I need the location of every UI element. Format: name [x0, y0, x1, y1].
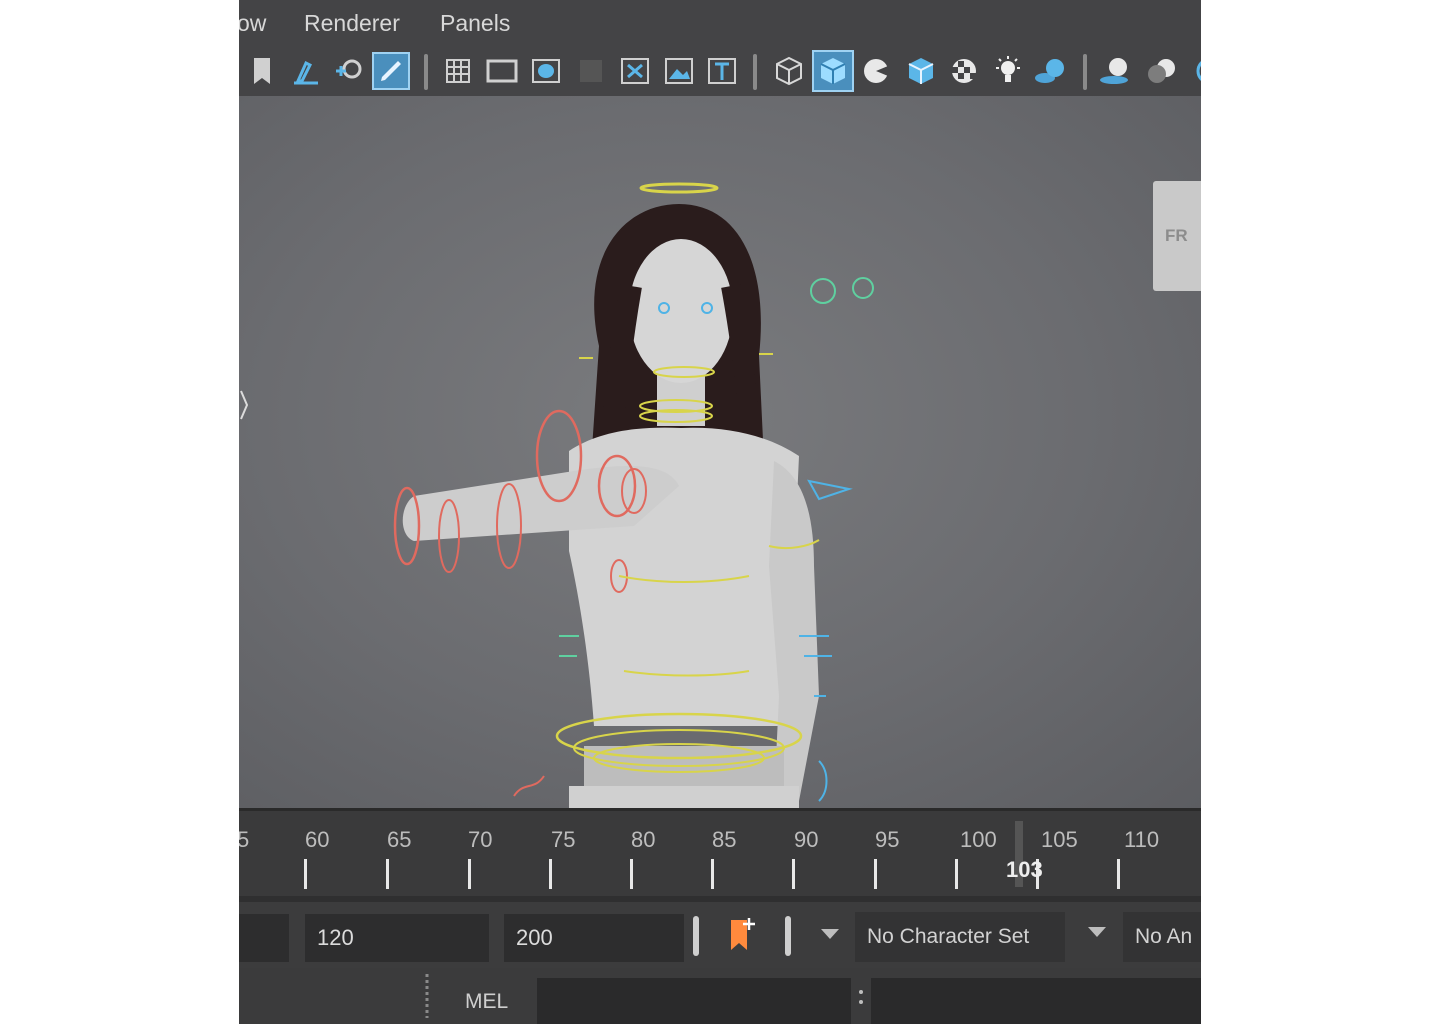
timeline-tick [304, 859, 307, 889]
menu-bar: ow Renderer Panels [239, 0, 1201, 46]
3d-viewport[interactable]: FR [239, 96, 1201, 808]
bookmark-icon[interactable] [243, 52, 281, 90]
range-handle-icon[interactable] [782, 916, 794, 956]
tick-label: 105 [1041, 827, 1078, 852]
film-gate-icon[interactable] [483, 52, 521, 90]
anim-layer-dropdown[interactable]: No An [1123, 912, 1201, 962]
maya-window: ow Renderer Panels FR 5 60 65 70 75 80 8… [239, 0, 1201, 1024]
timeline-tick [955, 859, 958, 889]
toolbar-separator [1083, 54, 1087, 90]
panel-toolbar [239, 46, 1201, 96]
toolbar-separator [753, 54, 757, 90]
timeline-tick [468, 859, 471, 889]
menu-item-renderer[interactable]: Renderer [304, 10, 400, 37]
command-line: MEL [239, 968, 1201, 1024]
chevron-down-icon[interactable] [819, 926, 841, 942]
image-plane-icon[interactable] [660, 52, 698, 90]
divider-dots-icon [859, 990, 863, 1004]
drag-handle-icon[interactable] [421, 972, 433, 1020]
max-time-field[interactable]: 200 [504, 914, 684, 962]
character-set-dropdown[interactable]: No Character Set [855, 912, 1065, 962]
timeline-tick [1117, 859, 1120, 889]
tick-label: 85 [712, 827, 737, 852]
wireframe-icon[interactable] [770, 52, 808, 90]
textured-icon[interactable] [902, 52, 940, 90]
camera-attributes-icon[interactable] [703, 52, 741, 90]
paint-select-icon[interactable] [287, 52, 325, 90]
start-time-field[interactable] [239, 914, 289, 962]
current-frame-label: 103 [1006, 857, 1043, 882]
add-bookmark-icon[interactable] [727, 914, 761, 954]
tick-label: 100 [960, 827, 997, 852]
motion-blur-icon[interactable] [1143, 52, 1181, 90]
timeline-tick [792, 859, 795, 889]
timeline-tick [630, 859, 633, 889]
tick-label: 70 [468, 827, 493, 852]
resolution-gate-icon[interactable] [527, 52, 565, 90]
pencil-icon[interactable] [372, 52, 410, 90]
tick-label: 110 [1124, 827, 1160, 852]
tick-label: 60 [305, 827, 330, 852]
tick-label: 65 [387, 827, 412, 852]
ambient-occlusion-icon[interactable] [1097, 52, 1135, 90]
more-tools-icon[interactable] [1185, 52, 1201, 90]
tick-label: 90 [794, 827, 819, 852]
mel-label[interactable]: MEL [465, 990, 508, 1014]
checker-icon[interactable] [945, 52, 983, 90]
menu-item-window[interactable]: ow [239, 10, 266, 37]
range-slider-bar: 120 200 No Character Set No An [239, 896, 1201, 974]
character-rig[interactable] [239, 96, 1201, 808]
safe-area-icon[interactable] [572, 52, 610, 90]
timeline-tick [711, 859, 714, 889]
tick-label: 80 [631, 827, 656, 852]
timeline-tick [874, 859, 877, 889]
grid-icon[interactable] [439, 52, 477, 90]
timeline-tick [386, 859, 389, 889]
tick-label: 95 [875, 827, 900, 852]
tick-label: 75 [551, 827, 576, 852]
smooth-shade-icon[interactable] [812, 50, 854, 92]
range-handle-icon[interactable] [690, 916, 702, 956]
timeline-tick [549, 859, 552, 889]
lights-icon[interactable] [989, 52, 1027, 90]
tick-label: 5 [239, 827, 250, 852]
shadows-icon[interactable] [1032, 52, 1070, 90]
chevron-down-icon[interactable] [1086, 924, 1108, 940]
toolbar-separator [424, 54, 428, 90]
command-result-field [871, 978, 1201, 1024]
default-material-icon[interactable] [857, 52, 895, 90]
mel-command-input[interactable] [537, 978, 851, 1024]
end-time-field[interactable]: 120 [305, 914, 489, 962]
menu-item-panels[interactable]: Panels [440, 10, 510, 37]
lasso-icon[interactable] [331, 52, 369, 90]
field-chart-icon[interactable] [616, 52, 654, 90]
time-slider[interactable]: 5 60 65 70 75 80 85 90 95 100 105 110 10… [239, 808, 1201, 899]
